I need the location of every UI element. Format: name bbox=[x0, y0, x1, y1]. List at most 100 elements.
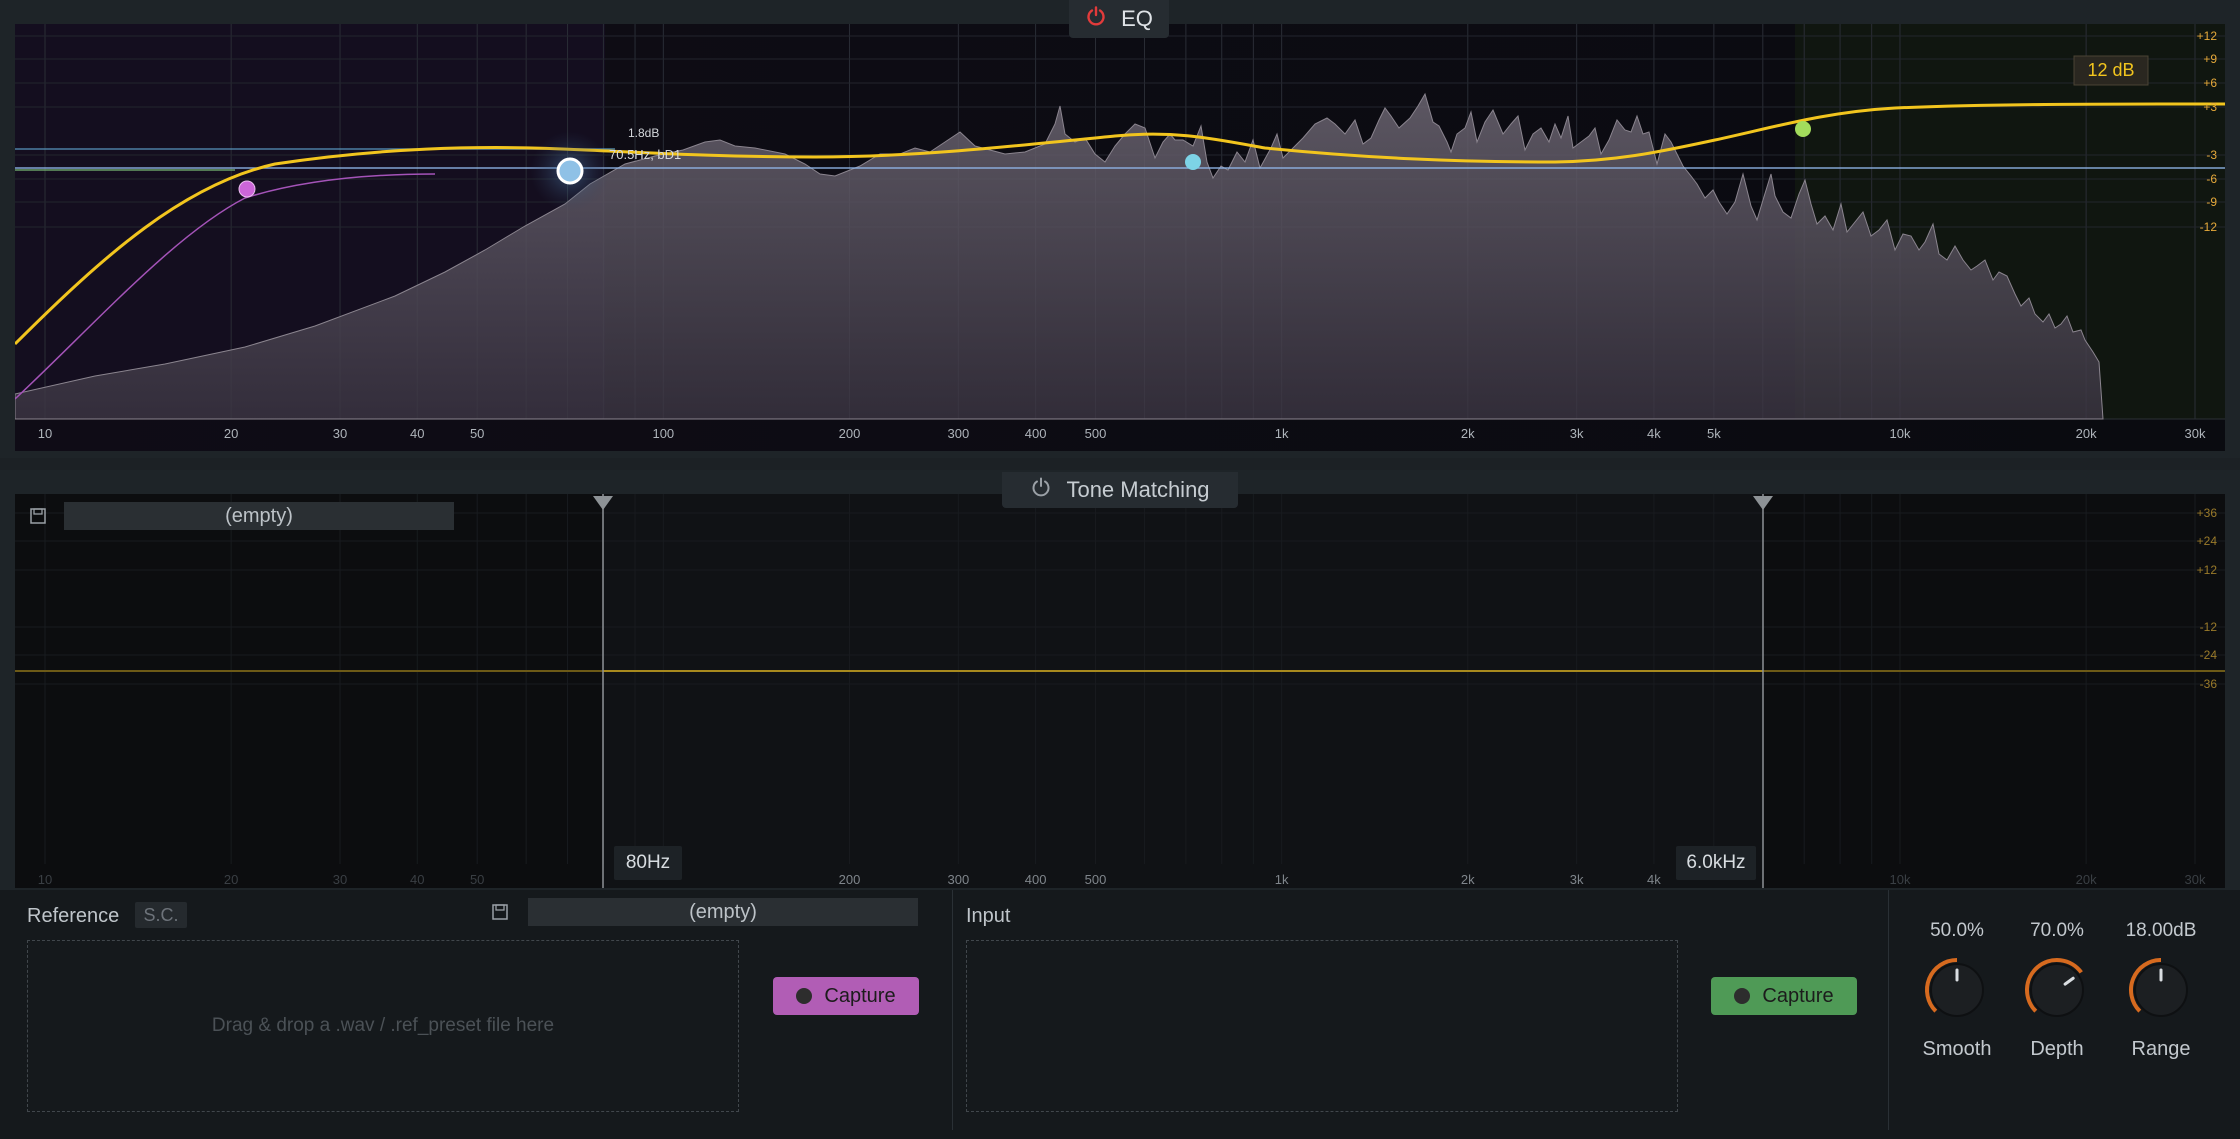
ref-save-button[interactable] bbox=[486, 898, 514, 926]
tm-active-range bbox=[603, 494, 1763, 888]
db-tick: -12 bbox=[2200, 220, 2218, 234]
freq-tick: 3k bbox=[1570, 426, 1584, 441]
sc-toggle[interactable]: S.C. bbox=[135, 902, 187, 928]
high-cut-readout: 6.0kHz bbox=[1676, 846, 1756, 880]
reference-capture-label: Capture bbox=[824, 984, 896, 1007]
eq-node-low[interactable] bbox=[238, 180, 256, 198]
range-knob-group: 18.00dB Range bbox=[2111, 920, 2211, 1080]
knob-section: 50.0% Smooth 70.0% Depth 18.00dB Range bbox=[1888, 890, 2227, 1130]
freq-tick: 30 bbox=[333, 426, 347, 441]
smooth-label: Smooth bbox=[1922, 1038, 1992, 1060]
freq-tick: 200 bbox=[839, 872, 861, 887]
freq-tick: 50 bbox=[470, 426, 484, 441]
db-tick: -6 bbox=[2206, 172, 2217, 186]
freq-tick: 20 bbox=[224, 426, 238, 441]
smooth-knob-group: 50.0% Smooth bbox=[1907, 920, 2007, 1080]
db-tick: +36 bbox=[2197, 506, 2218, 520]
freq-tick: 20k bbox=[2076, 872, 2097, 887]
reference-capture-button[interactable]: Capture bbox=[773, 977, 919, 1015]
low-cut-readout: 80Hz bbox=[614, 846, 682, 880]
input-drop-zone[interactable] bbox=[966, 940, 1678, 1112]
tm-preset-box[interactable]: (empty) bbox=[64, 502, 454, 530]
smooth-knob[interactable] bbox=[1921, 954, 1993, 1026]
knob-body bbox=[2030, 963, 2084, 1017]
range-value: 18.00dB bbox=[2125, 920, 2197, 941]
freq-tick: 10 bbox=[38, 872, 52, 887]
record-dot-icon bbox=[796, 988, 813, 1004]
db-tick: +12 bbox=[2197, 563, 2218, 577]
db-tick: +9 bbox=[2203, 52, 2217, 66]
db-tick: +3 bbox=[2203, 100, 2217, 114]
freq-tick: 2k bbox=[1461, 426, 1475, 441]
freq-tick: 40 bbox=[410, 426, 424, 441]
db-tick: +24 bbox=[2197, 534, 2218, 548]
freq-tick: 10 bbox=[38, 426, 52, 441]
freq-tick: 4k bbox=[1647, 426, 1661, 441]
save-icon bbox=[30, 508, 46, 524]
freq-tick: 3k bbox=[1570, 872, 1584, 887]
eq-node-mid[interactable] bbox=[1185, 154, 1201, 170]
db-tick: -36 bbox=[2200, 677, 2218, 691]
freq-tick: 50 bbox=[470, 872, 484, 887]
freq-tick: 5k bbox=[1707, 426, 1721, 441]
eq-node-high[interactable] bbox=[1795, 121, 1811, 137]
freq-tick: 300 bbox=[947, 426, 969, 441]
reference-label: Reference bbox=[27, 905, 120, 927]
db-tick: -9 bbox=[2206, 195, 2217, 209]
input-section: Input Capture bbox=[952, 890, 1888, 1130]
tone-matching-panel: +36 +24 +12 -12 -24 -36 10 20 30 40 50 200 300 400 50… bbox=[0, 470, 2240, 890]
freq-tick: 400 bbox=[1025, 872, 1047, 887]
freq-tick: 30k bbox=[2185, 872, 2206, 887]
freq-tick: 400 bbox=[1025, 426, 1047, 441]
freq-tick: 100 bbox=[652, 426, 674, 441]
freq-tick: 1k bbox=[1275, 872, 1289, 887]
drop-hint: Drag & drop a .wav / .ref_preset file he… bbox=[211, 1015, 555, 1036]
freq-tick: 10k bbox=[1889, 872, 1910, 887]
depth-label: Depth bbox=[2030, 1038, 2084, 1060]
db-tick: +12 bbox=[2197, 29, 2218, 43]
save-icon bbox=[492, 904, 508, 920]
record-dot-icon bbox=[1734, 988, 1751, 1004]
freq-tick: 500 bbox=[1085, 426, 1107, 441]
input-capture-label: Capture bbox=[1762, 984, 1834, 1007]
eq-panel: 1.8dB 70.5Hz, bD1 +12 +9 +6 +3 -3 -6 -9 -12 10 2… bbox=[0, 0, 2240, 458]
range-label: Range bbox=[2131, 1038, 2191, 1060]
tooltip-gain: 1.8dB bbox=[628, 126, 659, 140]
freq-tick: 1k bbox=[1275, 426, 1289, 441]
eq-power-icon[interactable] bbox=[1085, 5, 1107, 33]
freq-tick: 200 bbox=[839, 426, 861, 441]
db-tick: -24 bbox=[2200, 648, 2218, 662]
depth-knob-group: 70.0% Depth bbox=[2007, 920, 2107, 1080]
range-button-label: 12 dB bbox=[2087, 60, 2134, 80]
freq-tick: 20 bbox=[224, 872, 238, 887]
eq-graph[interactable]: 1.8dB 70.5Hz, bD1 +12 +9 +6 +3 -3 -6 -9 -12 10 2… bbox=[15, 24, 2225, 451]
depth-knob[interactable] bbox=[2021, 954, 2093, 1026]
eq-title: EQ bbox=[1121, 6, 1153, 31]
smooth-value: 50.0% bbox=[1930, 920, 1984, 941]
reference-drop-zone[interactable]: Drag & drop a .wav / .ref_preset file he… bbox=[27, 940, 739, 1112]
tm-power-icon[interactable] bbox=[1030, 476, 1052, 504]
freq-tick: 40 bbox=[410, 872, 424, 887]
tooltip-freq: 70.5Hz, bD1 bbox=[609, 147, 681, 162]
freq-tick: 300 bbox=[947, 872, 969, 887]
tm-save-button[interactable] bbox=[24, 502, 52, 530]
tone-matching-graph[interactable]: +36 +24 +12 -12 -24 -36 10 20 30 40 50 200 300 400 50… bbox=[15, 494, 2225, 888]
db-tick: -12 bbox=[2200, 620, 2218, 634]
db-tick: -3 bbox=[2206, 148, 2217, 162]
tone-matching-title: Tone Matching bbox=[1066, 477, 1210, 502]
freq-tick: 4k bbox=[1647, 872, 1661, 887]
freq-tick: 30 bbox=[333, 872, 347, 887]
depth-value: 70.0% bbox=[2030, 920, 2084, 941]
input-label: Input bbox=[966, 905, 1011, 927]
freq-tick: 30k bbox=[2185, 426, 2206, 441]
eq-title-tab: EQ bbox=[1069, 0, 1169, 38]
freq-tick: 20k bbox=[2076, 426, 2097, 441]
reference-section: Reference S.C. (empty) Drag & drop a .wa… bbox=[14, 890, 951, 1130]
input-capture-button[interactable]: Capture bbox=[1711, 977, 1857, 1015]
range-knob[interactable] bbox=[2125, 954, 2197, 1026]
bottom-panel: Reference S.C. (empty) Drag & drop a .wa… bbox=[0, 890, 2240, 1139]
freq-tick: 500 bbox=[1085, 872, 1107, 887]
eq-node-selected[interactable] bbox=[556, 157, 584, 185]
tone-matching-title-tab: Tone Matching bbox=[1002, 472, 1238, 508]
ref-preset-box[interactable]: (empty) bbox=[528, 898, 918, 926]
